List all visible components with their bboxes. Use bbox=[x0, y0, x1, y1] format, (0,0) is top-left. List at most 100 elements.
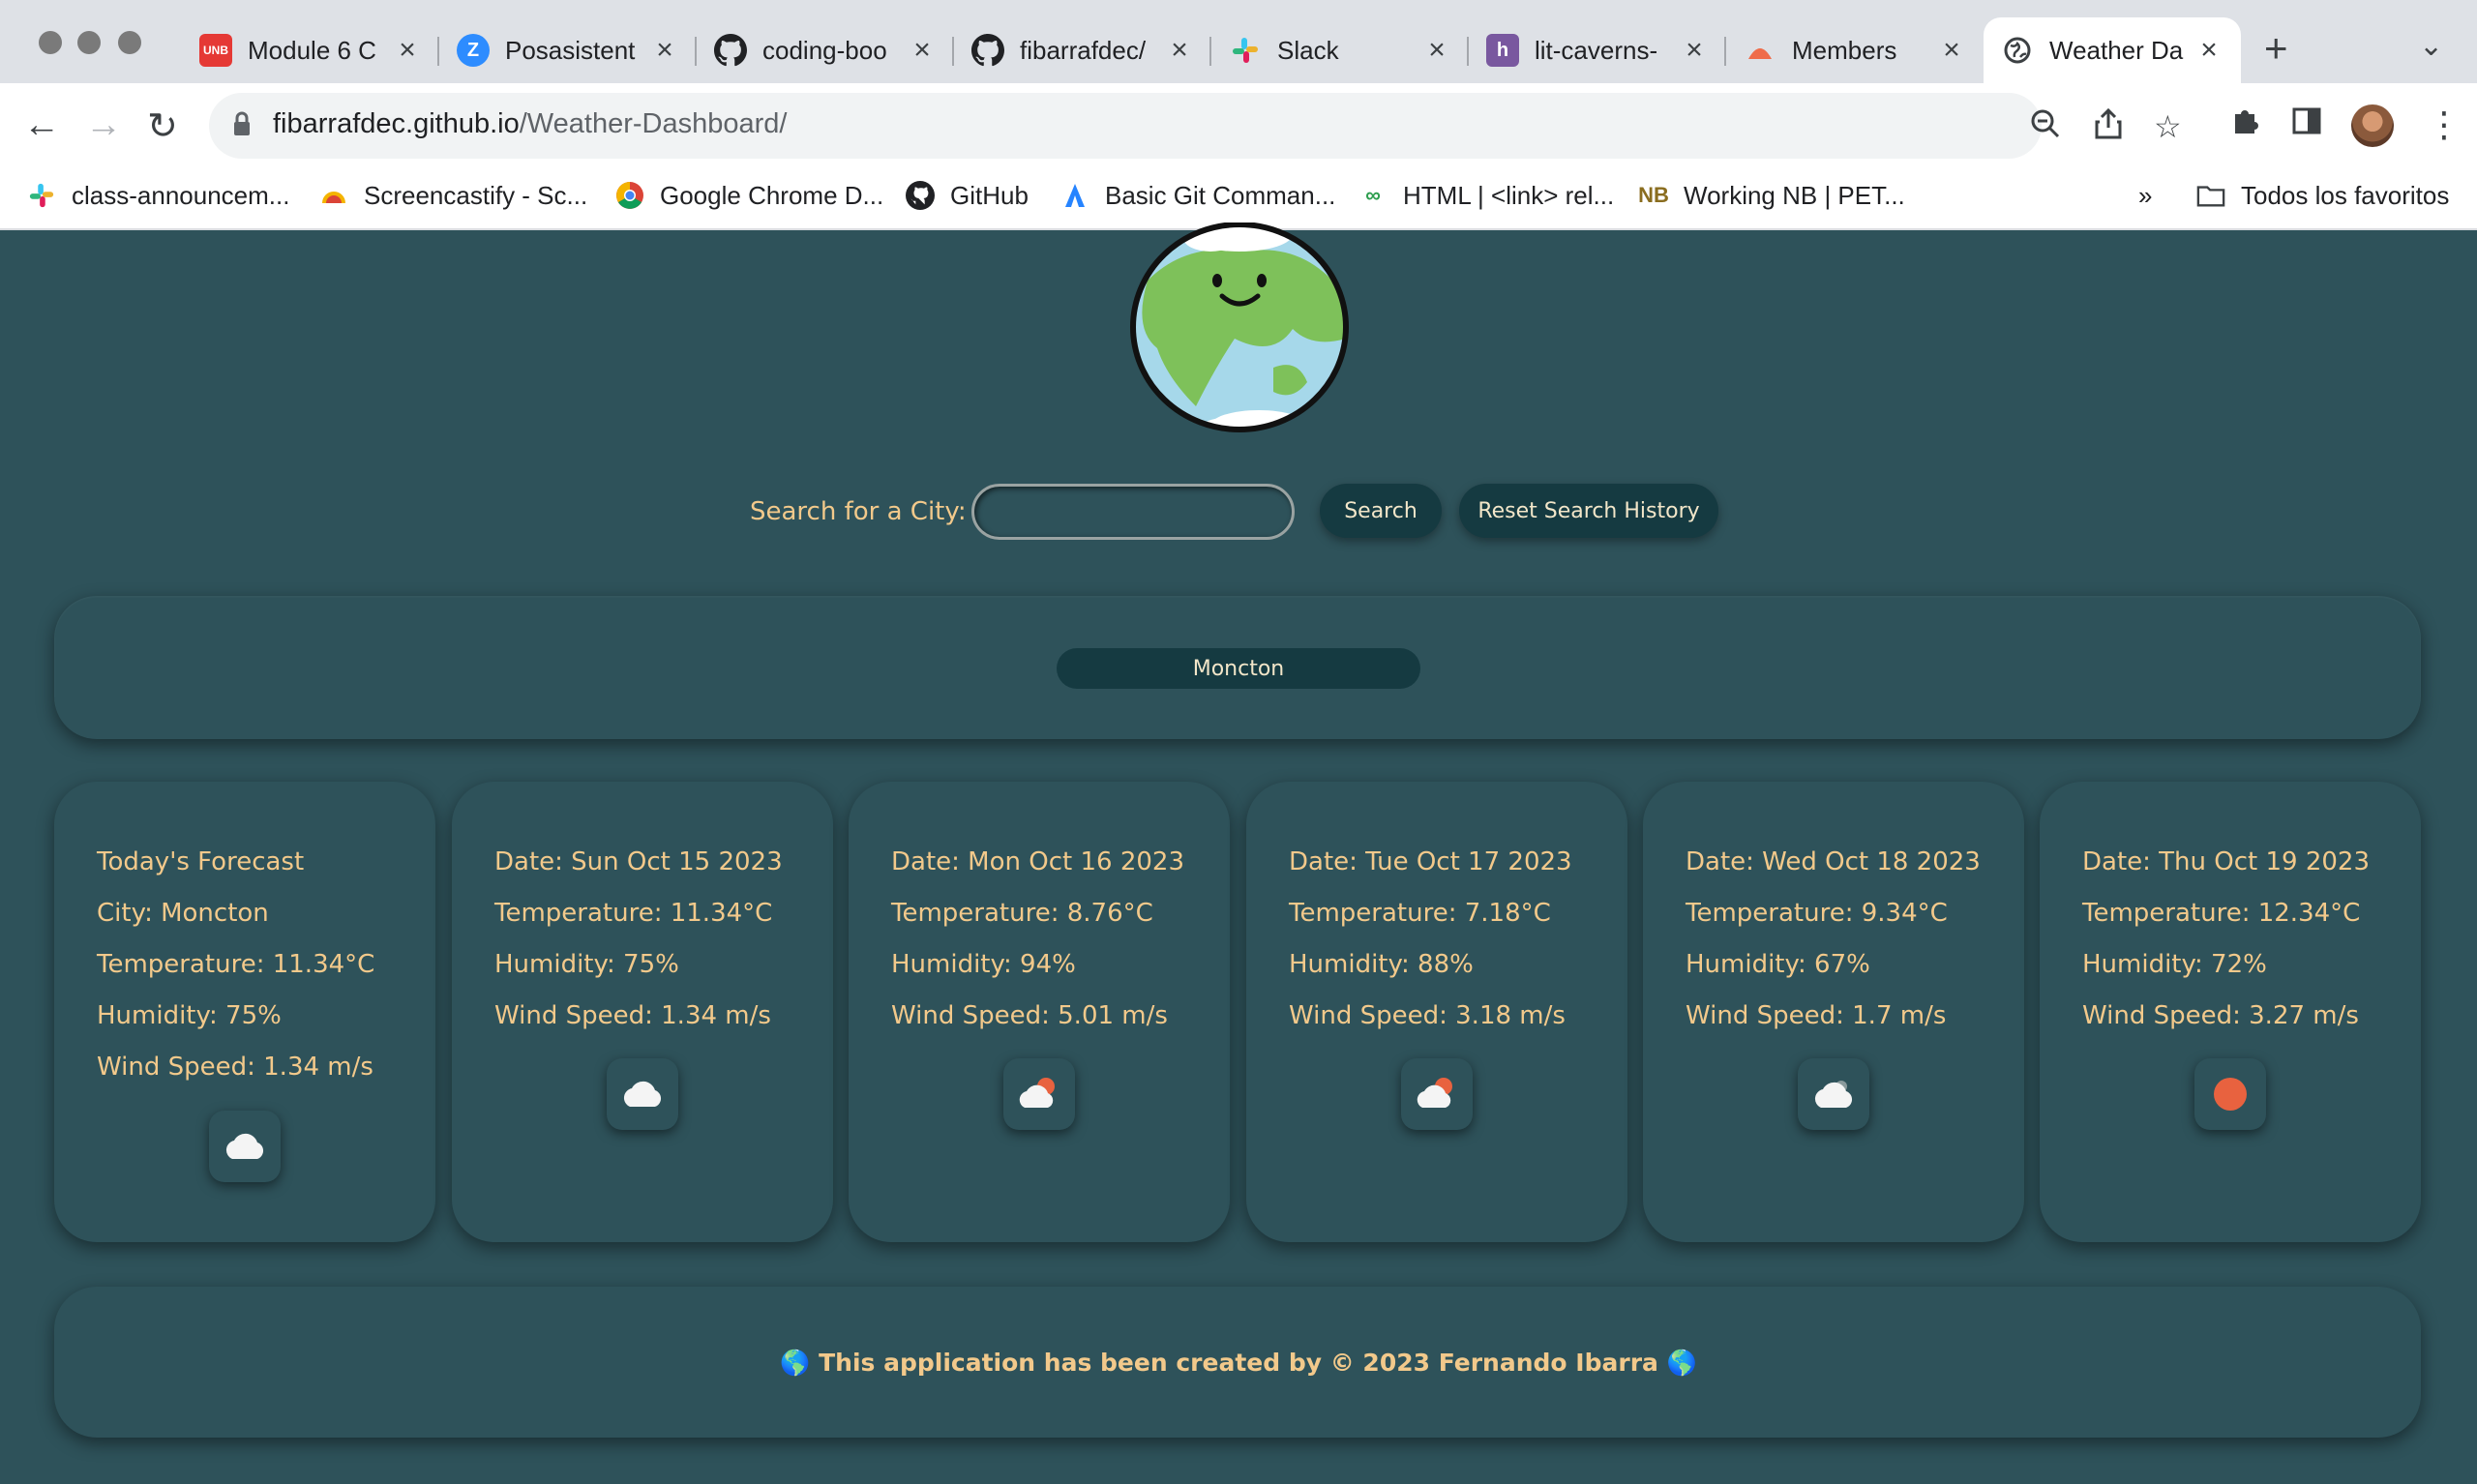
tab-title: Slack bbox=[1277, 35, 1339, 65]
bookmark-item[interactable]: NB Working NB | PET... bbox=[1638, 176, 1905, 215]
forecast-humidity: Humidity: 94% bbox=[891, 950, 1076, 979]
url-text[interactable]: fibarrafdec.github.io/Weather-Dashboard/ bbox=[273, 108, 787, 140]
browser-tab[interactable]: Members × bbox=[1726, 17, 1984, 83]
forecast-humidity: Humidity: 75% bbox=[494, 950, 679, 979]
slack-icon bbox=[27, 181, 56, 210]
forecast-temperature: Temperature: 9.34°C bbox=[1686, 899, 1948, 928]
tab-close-icon[interactable]: × bbox=[1165, 34, 1194, 67]
forecast-card: Date: Sun Oct 15 2023 Temperature: 11.34… bbox=[452, 782, 833, 1242]
today-city: City: Moncton bbox=[97, 899, 269, 928]
bookmark-item[interactable]: Basic Git Comman... bbox=[1060, 176, 1335, 215]
forecast-wind-speed: Wind Speed: 1.34 m/s bbox=[494, 1001, 771, 1030]
bookmark-item[interactable]: class-announcem... bbox=[27, 176, 289, 215]
cloud-icon bbox=[209, 1111, 281, 1182]
profile-avatar[interactable] bbox=[2351, 104, 2394, 147]
browser-tab[interactable]: coding-boo × bbox=[697, 17, 954, 83]
forecast-temperature: Temperature: 7.18°C bbox=[1289, 899, 1551, 928]
all-bookmarks-folder[interactable]: Todos los favoritos bbox=[2196, 176, 2449, 215]
forecast-wind-speed: Wind Speed: 1.7 m/s bbox=[1686, 1001, 1947, 1030]
members-icon bbox=[1744, 34, 1776, 67]
window-close-button[interactable] bbox=[39, 31, 62, 54]
forecast-card: Date: Tue Oct 17 2023 Temperature: 7.18°… bbox=[1246, 782, 1627, 1242]
forward-arrow-icon[interactable]: → bbox=[85, 104, 122, 146]
history-city-button[interactable]: Moncton bbox=[1057, 648, 1420, 689]
forecast-humidity: Humidity: 67% bbox=[1686, 950, 1870, 979]
forecast-card: Date: Wed Oct 18 2023 Temperature: 9.34°… bbox=[1643, 782, 2024, 1242]
today-heading: Today's Forecast bbox=[97, 847, 305, 876]
share-icon[interactable] bbox=[2094, 107, 2123, 147]
browser-tab[interactable]: fibarrafdec/ × bbox=[954, 17, 1211, 83]
globe-icon bbox=[2001, 34, 2034, 67]
lock-icon[interactable] bbox=[232, 110, 252, 139]
back-arrow-icon[interactable]: ← bbox=[23, 104, 60, 146]
forecast-date: Date: Thu Oct 19 2023 bbox=[2082, 847, 2371, 876]
sun-cloud-icon bbox=[1401, 1058, 1473, 1130]
tab-close-icon[interactable]: × bbox=[2194, 34, 2223, 67]
forecast-date: Date: Wed Oct 18 2023 bbox=[1686, 847, 1981, 876]
bookmark-item[interactable]: GitHub bbox=[906, 176, 1029, 215]
bookmark-label: Basic Git Comman... bbox=[1105, 180, 1336, 210]
bookmark-star-icon[interactable]: ☆ bbox=[2154, 108, 2182, 145]
forecast-wind-speed: Wind Speed: 3.18 m/s bbox=[1289, 1001, 1566, 1030]
window-maximize-button[interactable] bbox=[118, 31, 141, 54]
bookmark-item[interactable]: Screencastify - Sc... bbox=[319, 176, 587, 215]
tab-close-icon[interactable]: × bbox=[1937, 34, 1966, 67]
forecast-humidity: Humidity: 88% bbox=[1289, 950, 1474, 979]
bookmark-label: GitHub bbox=[950, 180, 1029, 210]
bookmark-item[interactable]: ∞ HTML | <link> rel... bbox=[1358, 176, 1614, 215]
nb-icon: NB bbox=[1638, 183, 1669, 207]
github-icon bbox=[971, 34, 1004, 67]
bookmark-label: HTML | <link> rel... bbox=[1403, 180, 1615, 210]
tab-close-icon[interactable]: × bbox=[1422, 34, 1451, 67]
tab-close-icon[interactable]: × bbox=[650, 34, 679, 67]
extensions-puzzle-icon[interactable] bbox=[2229, 104, 2262, 146]
browser-tab[interactable]: Slack × bbox=[1211, 17, 1469, 83]
tab-title: lit-caverns- bbox=[1535, 35, 1658, 65]
forecast-humidity: Humidity: 72% bbox=[2082, 950, 2267, 979]
forecast-temperature: Temperature: 8.76°C bbox=[891, 899, 1153, 928]
url-path: /Weather-Dashboard/ bbox=[519, 108, 788, 139]
browser-tab[interactable]: h lit-caverns- × bbox=[1469, 17, 1726, 83]
today-humidity: Humidity: 75% bbox=[97, 1001, 282, 1030]
github-icon bbox=[906, 181, 935, 210]
tab-close-icon[interactable]: × bbox=[1680, 34, 1709, 67]
bookmark-label: Todos los favoritos bbox=[2241, 180, 2450, 210]
tab-title: Weather Da bbox=[2049, 35, 2184, 65]
reset-search-history-button[interactable]: Reset Search History bbox=[1459, 484, 1718, 538]
zoom-out-icon[interactable] bbox=[2030, 108, 2061, 147]
tab-title: Module 6 C bbox=[248, 35, 376, 65]
new-tab-plus-icon[interactable]: + bbox=[2264, 25, 2288, 72]
tab-close-icon[interactable]: × bbox=[393, 34, 422, 67]
tab-title: Members bbox=[1792, 35, 1897, 65]
smiling-earth-logo bbox=[1130, 223, 1349, 432]
forecast-date: Date: Sun Oct 15 2023 bbox=[494, 847, 783, 876]
today-forecast-card: Today's Forecast City: Moncton Temperatu… bbox=[54, 782, 435, 1242]
bookmark-label: Screencastify - Sc... bbox=[364, 180, 588, 210]
side-panel-icon[interactable] bbox=[2291, 104, 2322, 145]
today-wind-speed: Wind Speed: 1.34 m/s bbox=[97, 1053, 373, 1082]
search-label: Search for a City: bbox=[750, 497, 967, 526]
search-button[interactable]: Search bbox=[1320, 484, 1442, 538]
browser-tab-active[interactable]: Weather Da × bbox=[1984, 17, 2241, 83]
forecast-wind-speed: Wind Speed: 3.27 m/s bbox=[2082, 1001, 2359, 1030]
reload-icon[interactable]: ↻ bbox=[147, 104, 178, 148]
link-icon: ∞ bbox=[1365, 183, 1381, 207]
window-minimize-button[interactable] bbox=[77, 31, 101, 54]
today-temperature: Temperature: 11.34°C bbox=[97, 950, 375, 979]
bookmark-item[interactable]: Google Chrome D... bbox=[615, 176, 883, 215]
bookmarks-overflow-chevron-icon[interactable]: » bbox=[2138, 176, 2152, 215]
zoom-icon: Z bbox=[457, 34, 490, 67]
forecast-date: Date: Tue Oct 17 2023 bbox=[1289, 847, 1572, 876]
cloud-icon bbox=[607, 1058, 678, 1130]
sun-icon bbox=[2194, 1058, 2266, 1130]
tab-close-icon[interactable]: × bbox=[908, 34, 937, 67]
tab-search-chevron-icon[interactable]: ⌄ bbox=[2419, 29, 2443, 63]
slack-icon bbox=[1229, 34, 1262, 67]
city-search-input[interactable] bbox=[971, 484, 1295, 540]
screencastify-icon bbox=[319, 181, 348, 210]
browser-tab[interactable]: UNB Module 6 C × bbox=[182, 17, 439, 83]
bookmark-label: Working NB | PET... bbox=[1684, 180, 1905, 210]
browser-tab[interactable]: Z Posasistent × bbox=[439, 17, 697, 83]
menu-kebab-icon[interactable]: ⋮ bbox=[2427, 104, 2462, 145]
heroku-icon: h bbox=[1486, 34, 1519, 67]
